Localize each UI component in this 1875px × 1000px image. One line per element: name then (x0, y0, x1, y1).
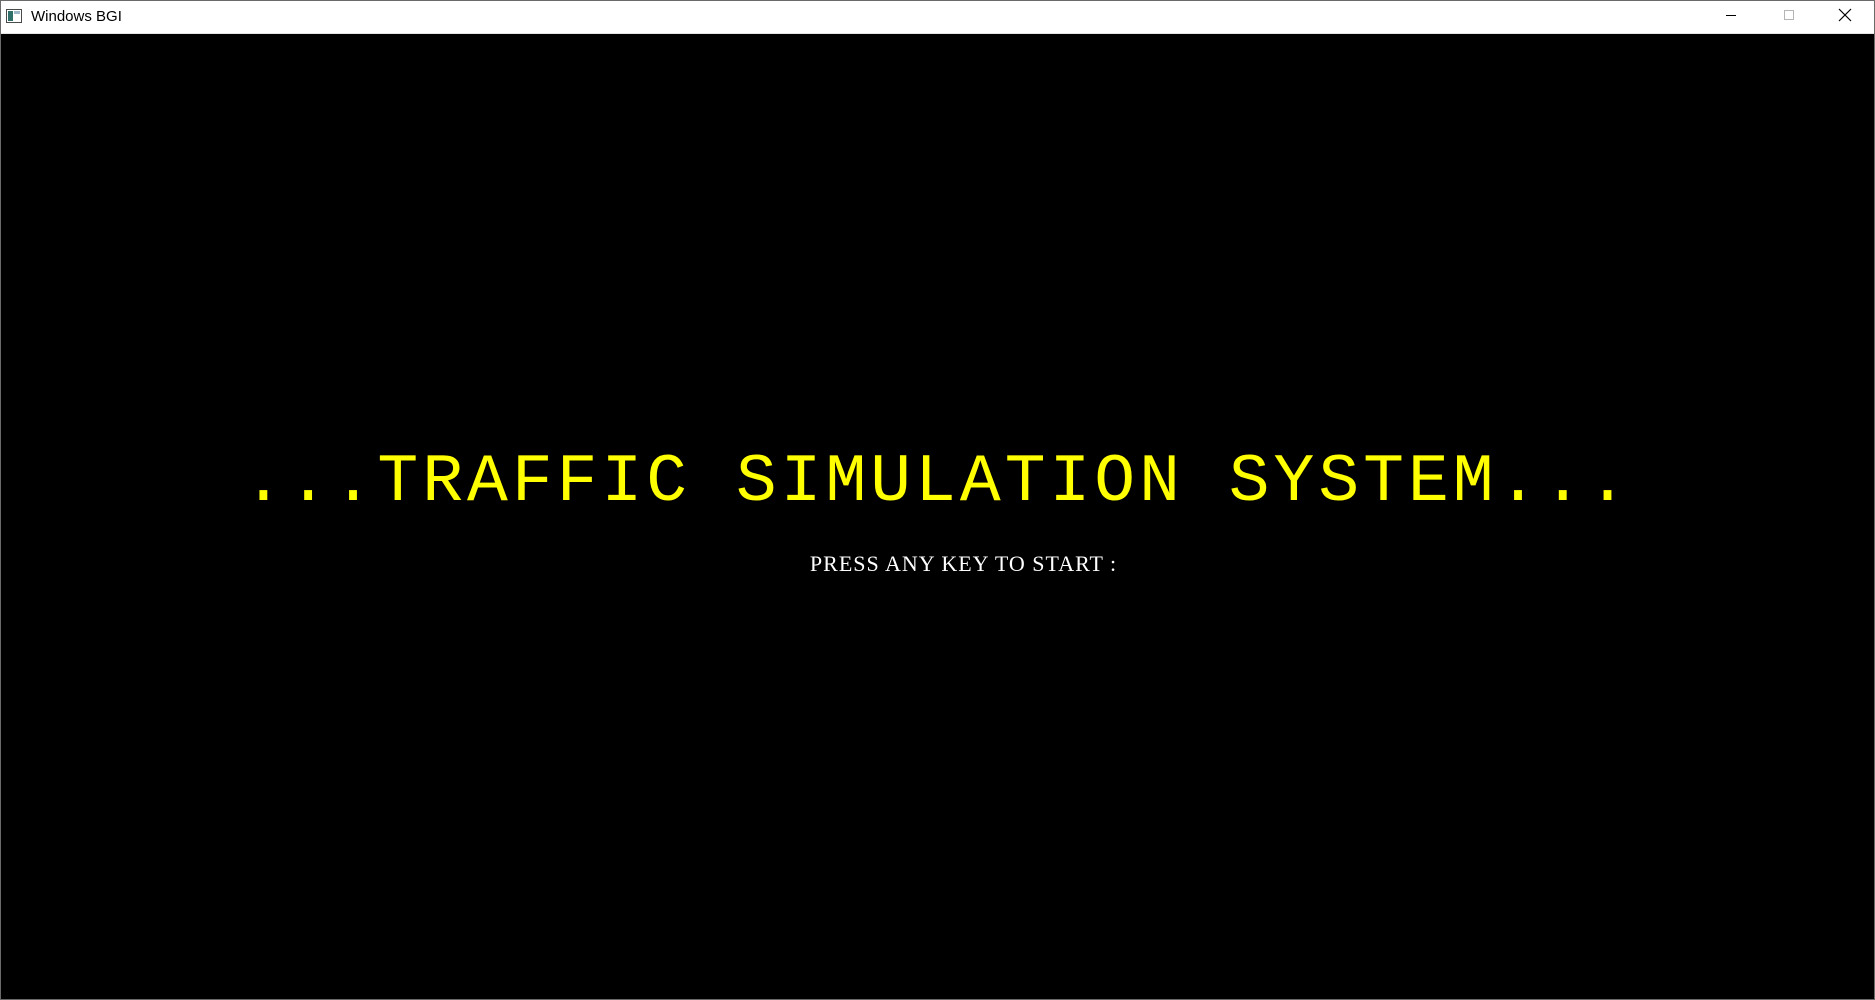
close-icon (1838, 8, 1852, 27)
splash-title: ...TRAFFIC SIMULATION SYSTEM... (242, 444, 1632, 521)
app-icon[interactable] (6, 9, 22, 23)
close-button[interactable] (1816, 1, 1874, 33)
maximize-icon (1783, 8, 1795, 26)
start-prompt: PRESS ANY KEY TO START : (809, 551, 1118, 576)
bgi-window: Windows BGI ...TRAFFIC SIMULATION SYSTEM… (0, 0, 1875, 1000)
minimize-button[interactable] (1702, 1, 1760, 33)
minimize-icon (1725, 8, 1737, 26)
window-title: Windows BGI (31, 8, 122, 25)
maximize-button[interactable] (1760, 1, 1818, 33)
title-bar[interactable]: Windows BGI (1, 1, 1874, 34)
